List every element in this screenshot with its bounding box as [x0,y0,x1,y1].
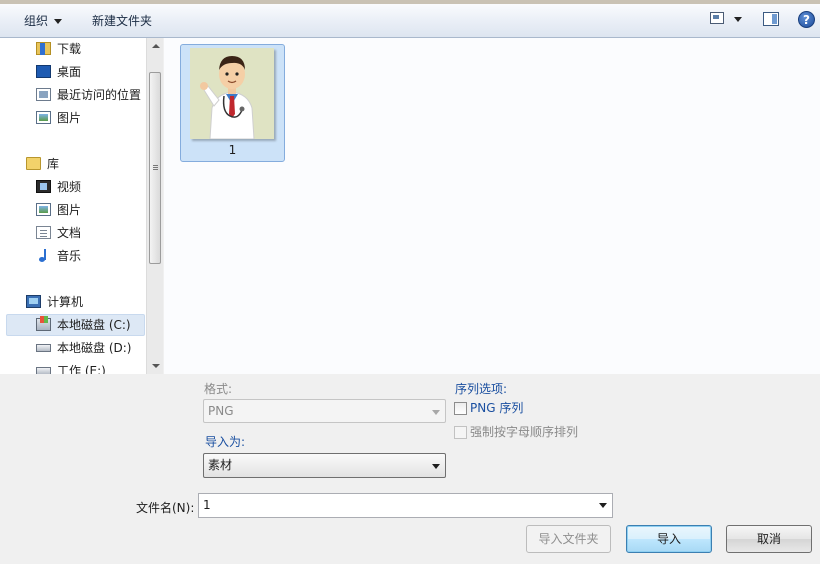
chevron-down-icon[interactable] [599,503,607,508]
import-folder-button: 导入文件夹 [526,525,611,553]
pictures-icon [36,111,51,124]
command-toolbar: 组织 新建文件夹 ? [0,0,820,38]
video-icon [36,180,51,193]
import-as-select[interactable]: 素材 [203,453,446,478]
format-value: PNG [208,404,234,418]
navigation-pane: 下载 桌面 最近访问的位置 图片 库 视频 图片 文档 音乐 计算机 本地磁盘 … [0,38,146,374]
filename-combobox[interactable]: 1 [198,493,613,518]
alpha-order-label: 强制按字母顺序排列 [470,425,579,439]
import-as-value: 素材 [208,458,233,472]
new-folder-button[interactable]: 新建文件夹 [92,12,152,30]
nav-item-label: 视频 [57,180,82,194]
nav-item-label: 桌面 [57,65,82,79]
filename-value[interactable]: 1 [203,498,211,512]
import-button[interactable]: 导入 [626,525,712,553]
system-drive-icon [36,316,51,331]
alpha-order-checkbox [454,426,467,439]
library-folder-icon [26,157,41,170]
nav-scrollbar[interactable] [146,38,163,374]
nav-item-label: 图片 [57,203,82,217]
filename-label: 文件名(N): [136,501,195,515]
nav-item-label: 最近访问的位置 [57,88,142,102]
desktop-icon [36,65,51,78]
drive-icon [36,344,51,352]
drive-icon [36,367,51,374]
sequence-options-label: 序列选项: [455,382,508,396]
view-options-chevron-icon[interactable] [734,17,742,22]
computer-icon [26,295,41,308]
nav-item-label: 图片 [57,111,82,125]
pictures-icon [36,203,51,216]
format-label: 格式: [204,382,233,396]
grip-icon [153,165,158,166]
nav-item-label: 本地磁盘 (D:) [57,341,132,355]
doctor-illustration [190,48,274,139]
preview-pane-icon[interactable] [763,12,779,26]
nav-item-label: 音乐 [57,249,82,263]
cancel-button[interactable]: 取消 [726,525,812,553]
png-sequence-checkbox[interactable] [454,402,467,415]
help-icon[interactable]: ? [798,11,815,28]
scroll-down-arrow-icon[interactable] [152,364,160,368]
download-folder-icon [36,42,51,55]
nav-item-label: 下载 [57,42,82,56]
music-icon [36,249,51,262]
nav-item-label: 工作 (E:) [57,364,106,374]
nav-group-label: 计算机 [47,295,84,309]
nav-item-label: 文档 [57,226,82,240]
chevron-down-icon [54,19,63,24]
format-select: PNG [203,399,446,423]
change-view-icon[interactable] [710,12,724,24]
organize-label: 组织 [24,14,49,28]
scroll-up-arrow-icon[interactable] [152,44,160,48]
file-name-label: 1 [228,143,237,157]
recent-places-icon [36,88,51,101]
chevron-down-icon[interactable] [432,464,440,469]
file-list-pane: 1 [164,38,820,374]
organize-button[interactable]: 组织 [24,12,63,30]
file-item[interactable]: 1 [180,44,285,162]
chevron-down-icon [432,410,440,415]
nav-group-label: 库 [47,157,60,171]
png-sequence-label[interactable]: PNG 序列 [470,400,523,416]
import-as-label: 导入为: [205,435,246,449]
doctor-image-thumbnail [190,48,274,139]
nav-item-label: 本地磁盘 (C:) [57,318,131,332]
scrollbar-thumb[interactable] [149,72,161,264]
documents-icon [36,226,51,239]
